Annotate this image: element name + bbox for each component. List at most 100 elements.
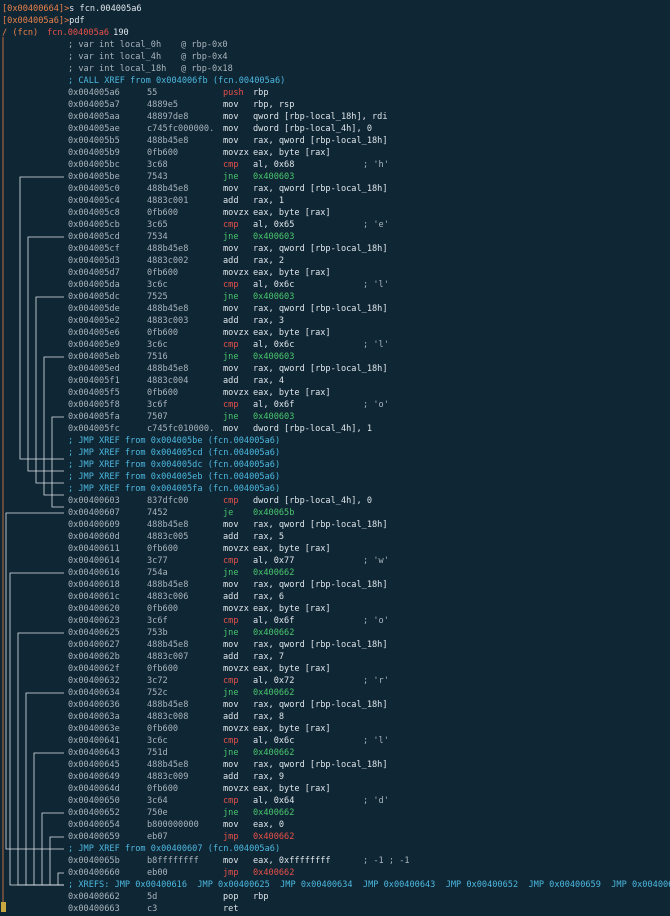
instruction-address: 0x0040061c [68,592,120,602]
instruction-mnemonic: cmp [223,616,239,626]
instruction-mnemonic: add [223,376,239,386]
instruction-operands: eax, byte [rax] [253,604,331,614]
instruction-address: 0x0040065b [68,856,120,866]
instruction-bytes: 3c6c [147,340,168,350]
jump-arrow [17,632,64,886]
instruction-address: 0x00400641 [68,736,120,746]
instruction-bytes: 488b45e8 [147,364,189,374]
jump-arrow [35,296,64,484]
instruction-comment: ; 'e' [363,220,389,230]
instruction-operands: rax, 2 [253,256,285,266]
instruction-bytes: 750e [147,808,168,818]
instruction-address: 0x004005be [68,172,120,182]
instruction-mnemonic: cmp [223,280,239,290]
instruction-mnemonic: cmp [223,736,239,746]
instruction-operands: 0x400603 [253,412,295,422]
instruction-operands: eax, byte [rax] [253,148,331,158]
instruction-address: 0x00400660 [68,868,120,878]
instruction-operands: eax, byte [rax] [253,544,331,554]
instruction-mnemonic: mov [223,136,239,146]
instruction-operands: rax, 5 [253,532,285,542]
instruction-bytes: 3c6f [147,400,168,410]
instruction-mnemonic: jne [223,748,239,758]
jmp-xref-comment: ; JMP XREF from 0x004005fa (fcn.004005a6… [68,484,281,494]
instruction-operands: 0x400662 [253,688,295,698]
instruction-address: 0x004005de [68,304,120,314]
instruction-bytes: 4883c003 [147,316,189,326]
instruction-bytes: b800000000 [147,820,199,830]
instruction-mnemonic: movzx [223,328,249,338]
instruction-operands: 0x400662 [253,868,295,878]
instruction-bytes: 0fb600 [147,148,179,158]
instruction-operands: rax, 4 [253,376,285,386]
instruction-mnemonic: cmp [223,220,239,230]
call-xref-comment: ; CALL XREF from 0x004006fb (fcn.004005a… [68,76,286,86]
instruction-bytes: 837dfc00 [147,496,189,506]
instruction-bytes: 0fb600 [147,388,179,398]
instruction-mnemonic: mov [223,820,239,830]
instruction-operands: rax, 7 [253,652,285,662]
instruction-mnemonic: add [223,532,239,542]
instruction-bytes: 7516 [147,352,168,362]
instruction-bytes: eb00 [147,868,168,878]
var-location: @ rbp-0x0 [181,40,228,50]
instruction-operands: rax, qword [rbp-local_18h] [253,760,388,770]
instruction-address: 0x0040063e [68,724,120,734]
jump-arrows-graph [2,37,64,910]
jump-arrow [51,416,64,508]
instruction-bytes: 3c65 [147,220,168,230]
instruction-operands: al, 0x68 [253,160,295,170]
instruction-address: 0x00400618 [68,580,120,590]
instruction-bytes: 754a [147,568,168,578]
instruction-bytes: 0fb600 [147,784,179,794]
instruction-address: 0x00400616 [68,568,120,578]
instruction-mnemonic: cmp [223,400,239,410]
instruction-operands: eax, byte [rax] [253,268,331,278]
instruction-bytes: 7452 [147,508,168,518]
jump-arrow [33,752,64,886]
instruction-mnemonic: mov [223,424,239,434]
instruction-mnemonic: push [223,88,244,98]
jmp-xref-comment: ; JMP XREF from 0x00400607 (fcn.004005a6… [68,844,281,854]
instruction-operands: 0x400662 [253,832,295,842]
instruction-address: 0x0040060d [68,532,120,542]
instruction-operands: rbp [253,892,269,902]
instruction-mnemonic: jne [223,412,239,422]
instruction-address: 0x00400607 [68,508,120,518]
instruction-address: 0x004005cd [68,232,120,242]
instruction-mnemonic: mov [223,640,239,650]
instruction-bytes: 48897de8 [147,112,189,122]
instruction-bytes: 3c77 [147,556,168,566]
instruction-address: 0x00400663 [68,904,120,914]
instruction-comment: ; -1 ; -1 [363,856,410,866]
instruction-operands: rbp [253,88,269,98]
instruction-bytes: 4883c008 [147,712,189,722]
instruction-operands: eax, byte [rax] [253,664,331,674]
instruction-address: 0x004005c4 [68,196,120,206]
instruction-address: 0x00400649 [68,772,120,782]
instruction-mnemonic: movzx [223,544,249,554]
instruction-operands: al, 0x6c [253,280,295,290]
instruction-operands: eax, 0xffffffff [253,856,331,866]
instruction-mnemonic: mov [223,124,239,134]
prompt-command[interactable]: s fcn.004005a6 [64,3,141,15]
instruction-bytes: 0fb600 [147,544,179,554]
instruction-mnemonic: jne [223,568,239,578]
jump-arrow [5,512,64,850]
jmp-xref-comment: ; JMP XREF from 0x004005dc (fcn.004005a6… [68,460,281,470]
instruction-operands: rax, qword [rbp-local_18h] [253,640,388,650]
instruction-bytes: c3 [147,904,158,914]
instruction-address: 0x00400636 [68,700,120,710]
instruction-address: 0x004005cb [68,220,120,230]
instruction-bytes: 488b45e8 [147,700,189,710]
var-declaration: ; var int local_0h [68,40,162,50]
instruction-bytes: 4883c009 [147,772,189,782]
instruction-operands: 0x400603 [253,232,295,242]
instruction-address: 0x00400654 [68,820,120,830]
instruction-address: 0x004005fa [68,412,120,422]
instruction-address: 0x004005dc [68,292,120,302]
instruction-operands: rax, qword [rbp-local_18h] [253,184,388,194]
instruction-mnemonic: add [223,316,239,326]
instruction-mnemonic: jmp [223,868,239,878]
terminal-cursor [1,902,6,912]
